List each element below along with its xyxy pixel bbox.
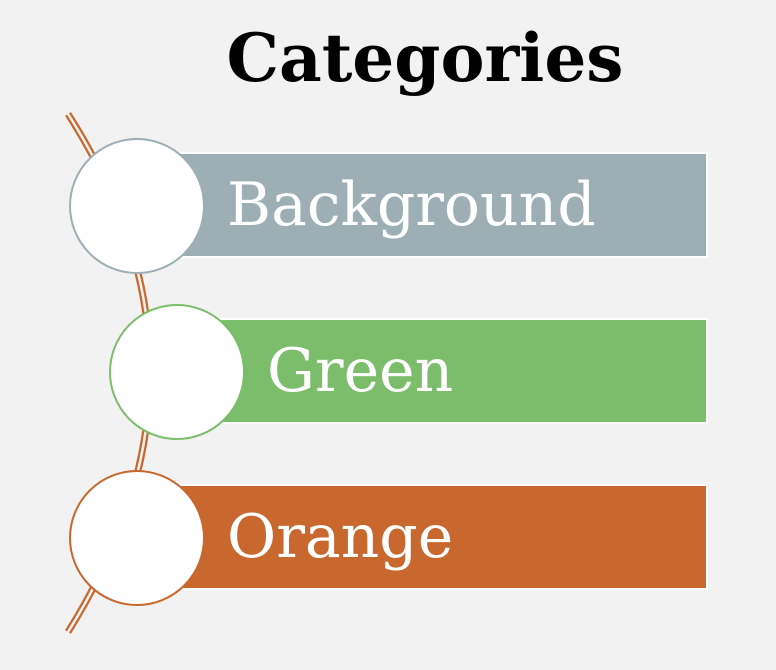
category-label: Background	[227, 170, 596, 240]
category-circle	[69, 470, 205, 606]
category-label: Green	[267, 336, 454, 406]
category-circle	[109, 304, 245, 440]
category-label: Orange	[227, 502, 454, 572]
category-circle	[69, 138, 205, 274]
